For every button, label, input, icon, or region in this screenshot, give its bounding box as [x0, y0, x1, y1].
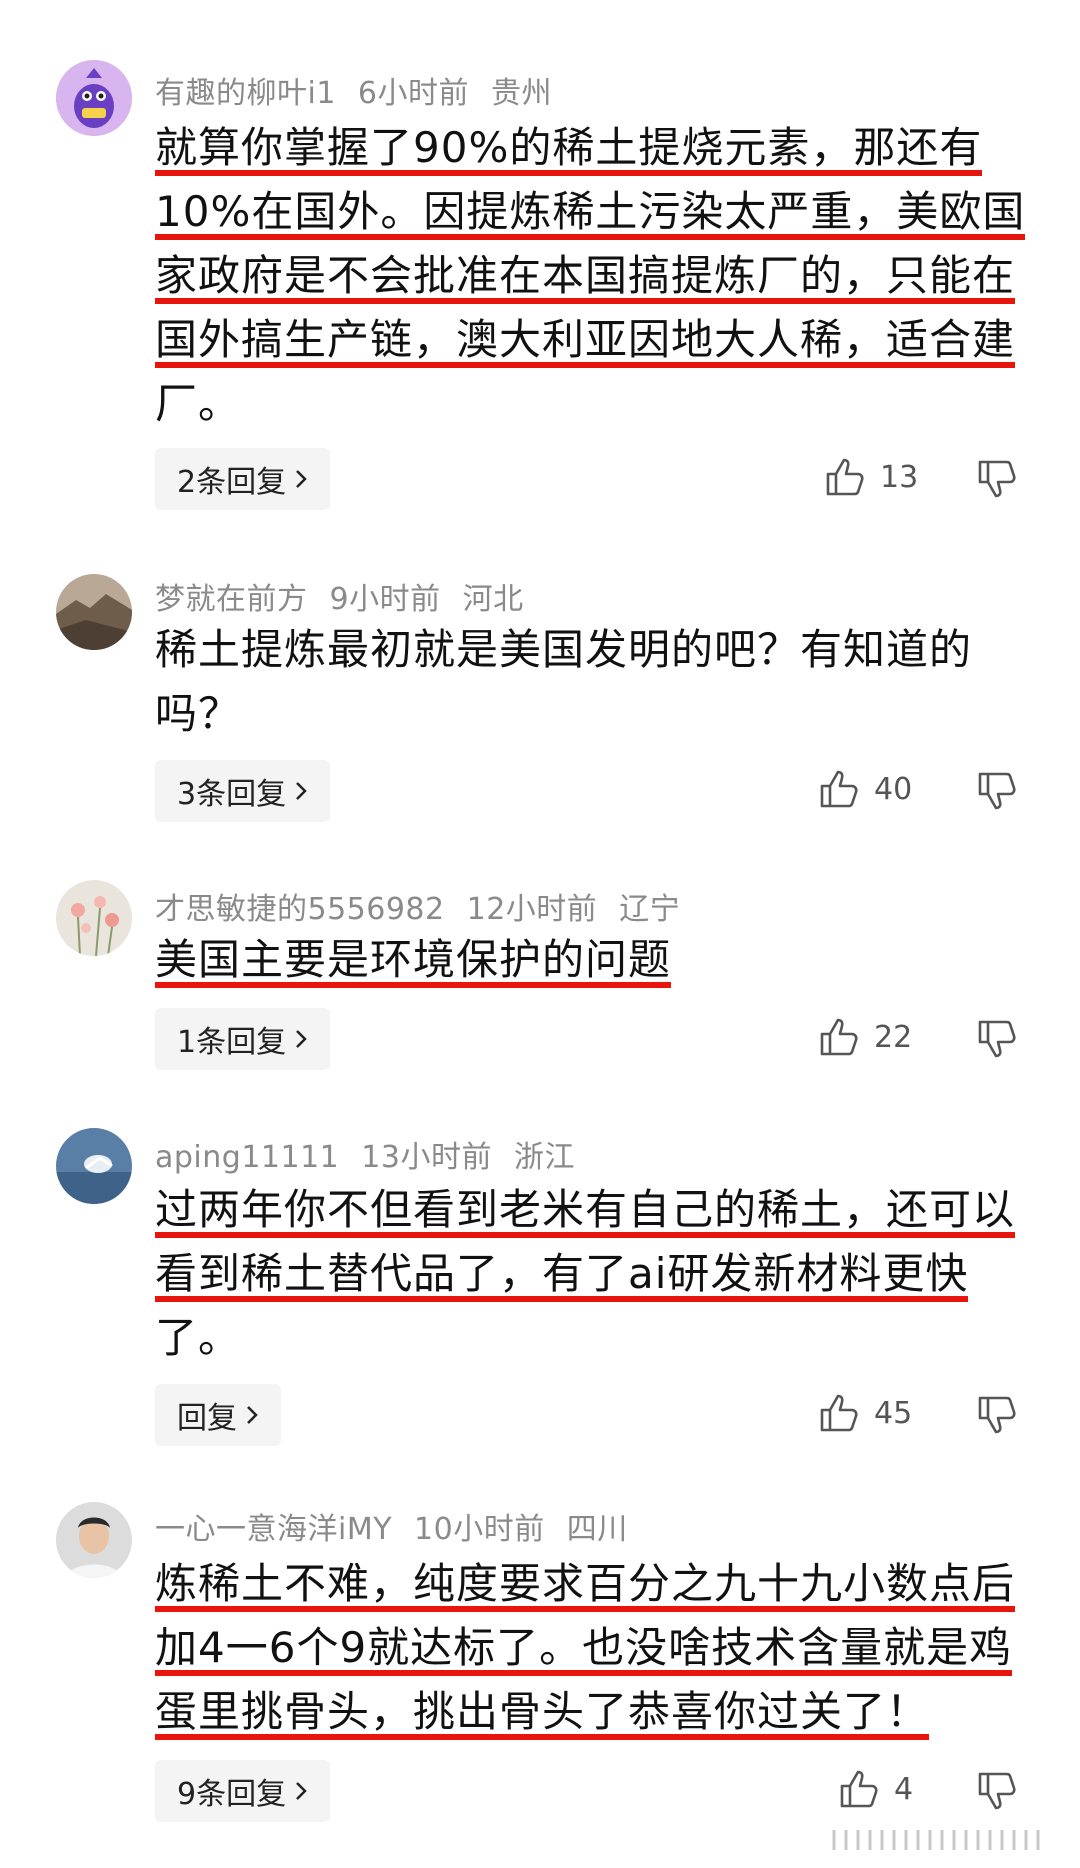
- chevron-right-icon: [296, 1030, 307, 1048]
- purple-cartoon-avatar-icon: [56, 60, 132, 136]
- like-count: 40: [874, 771, 913, 807]
- username[interactable]: 才思敏捷的5556982: [155, 892, 445, 927]
- like-count: 45: [874, 1395, 913, 1431]
- thumbs-up-icon: [820, 1394, 858, 1432]
- comment-meta: aping11111 13小时前 浙江: [155, 1132, 597, 1176]
- location: 浙江: [513, 1140, 575, 1175]
- avatar[interactable]: [56, 1128, 132, 1204]
- comment-meta: 有趣的柳叶i1 6小时前 贵州: [155, 68, 574, 112]
- thumbs-up-icon: [826, 458, 864, 496]
- like-count: 4: [894, 1771, 914, 1807]
- highlighted-text: 炼稀土不难，纯度要求百分之九十九小数点后加4一6个9就达标了。也没啥技术含量就是…: [155, 1559, 1016, 1740]
- comment-meta: 才思敏捷的5556982 12小时前 辽宁: [155, 884, 702, 928]
- reply-button[interactable]: 9条回复: [155, 1760, 331, 1822]
- reply-label: 3条回复: [177, 777, 287, 812]
- avatar[interactable]: [56, 60, 132, 136]
- thumbs-down-icon: [978, 772, 1016, 810]
- highlighted-text: 美国主要是环境保护的问题: [155, 935, 672, 988]
- avatar[interactable]: [56, 1502, 132, 1578]
- chevron-right-icon: [296, 782, 307, 800]
- comment-meta: 一心一意海洋iMY 10小时前 四川: [155, 1504, 650, 1548]
- location: 四川: [566, 1512, 628, 1547]
- watermark-lines-icon: [830, 1826, 1050, 1854]
- like-button[interactable]: 4: [838, 1768, 913, 1810]
- timestamp: 12小时前: [466, 892, 598, 927]
- timestamp: 6小时前: [357, 76, 470, 111]
- dislike-button[interactable]: [976, 1018, 1018, 1060]
- username[interactable]: 一心一意海洋iMY: [155, 1512, 392, 1547]
- sky-photo-avatar-icon: [56, 1128, 132, 1204]
- location: 辽宁: [619, 892, 681, 927]
- thumbs-down-icon: [978, 1772, 1016, 1810]
- chevron-right-icon: [296, 470, 307, 488]
- avatar[interactable]: [56, 574, 132, 650]
- chevron-right-icon: [247, 1406, 258, 1424]
- text-tail: 厂。: [155, 379, 242, 428]
- text-tail: 了。: [155, 1313, 242, 1362]
- highlighted-text: 就算你掌握了90%的稀土提烧元素，那还有10%在国外。因提炼稀土污染太严重，美欧…: [155, 123, 1026, 368]
- thumbs-up-icon: [840, 1770, 878, 1808]
- like-button[interactable]: 40: [818, 768, 912, 810]
- reply-button[interactable]: 回复: [155, 1384, 281, 1446]
- timestamp: 13小时前: [361, 1140, 492, 1175]
- landscape-photo-avatar-icon: [56, 574, 132, 650]
- reply-button[interactable]: 1条回复: [155, 1008, 331, 1070]
- thumbs-up-icon: [820, 770, 858, 808]
- reply-button[interactable]: 3条回复: [155, 760, 331, 822]
- reply-label: 1条回复: [177, 1025, 287, 1060]
- dislike-button[interactable]: [976, 458, 1018, 500]
- comment-text: 就算你掌握了90%的稀土提烧元素，那还有10%在国外。因提炼稀土污染太严重，美欧…: [155, 116, 1035, 436]
- person-photo-avatar-icon: [56, 1502, 132, 1578]
- chevron-right-icon: [296, 1782, 307, 1800]
- username[interactable]: 梦就在前方: [155, 582, 308, 617]
- thumbs-up-icon: [820, 1018, 858, 1056]
- comment-text: 炼稀土不难，纯度要求百分之九十九小数点后加4一6个9就达标了。也没啥技术含量就是…: [155, 1552, 1035, 1744]
- comment-text: 稀土提炼最初就是美国发明的吧？有知道的吗？: [155, 625, 973, 738]
- like-count: 22: [874, 1019, 913, 1055]
- location: 贵州: [491, 76, 553, 111]
- thumbs-down-icon: [978, 460, 1016, 498]
- reply-label: 9条回复: [177, 1777, 287, 1812]
- reply-button[interactable]: 2条回复: [155, 448, 331, 510]
- avatar[interactable]: [56, 880, 132, 956]
- location: 河北: [462, 582, 524, 617]
- dislike-button[interactable]: [976, 1394, 1018, 1436]
- highlighted-text: 过两年你不但看到老米有自己的稀土，还可以看到稀土替代品了，有了ai研发新材料更快: [155, 1185, 1016, 1302]
- dislike-button[interactable]: [976, 770, 1018, 812]
- flower-photo-avatar-icon: [56, 880, 132, 956]
- like-button[interactable]: 13: [824, 456, 918, 498]
- reply-label: 2条回复: [177, 465, 287, 500]
- timestamp: 10小时前: [414, 1512, 545, 1547]
- thumbs-down-icon: [978, 1020, 1016, 1058]
- dislike-button[interactable]: [976, 1770, 1018, 1812]
- comment-text: 美国主要是环境保护的问题: [155, 928, 1035, 992]
- username[interactable]: 有趣的柳叶i1: [155, 76, 336, 111]
- username[interactable]: aping11111: [155, 1140, 339, 1175]
- comment-text: 过两年你不但看到老米有自己的稀土，还可以看到稀土替代品了，有了ai研发新材料更快…: [155, 1178, 1035, 1370]
- like-button[interactable]: 22: [818, 1016, 912, 1058]
- thumbs-down-icon: [978, 1396, 1016, 1434]
- like-button[interactable]: 45: [818, 1392, 912, 1434]
- comment-meta: 梦就在前方 9小时前 河北: [155, 574, 546, 618]
- timestamp: 9小时前: [329, 582, 441, 617]
- like-count: 13: [880, 459, 919, 495]
- reply-label: 回复: [177, 1401, 237, 1436]
